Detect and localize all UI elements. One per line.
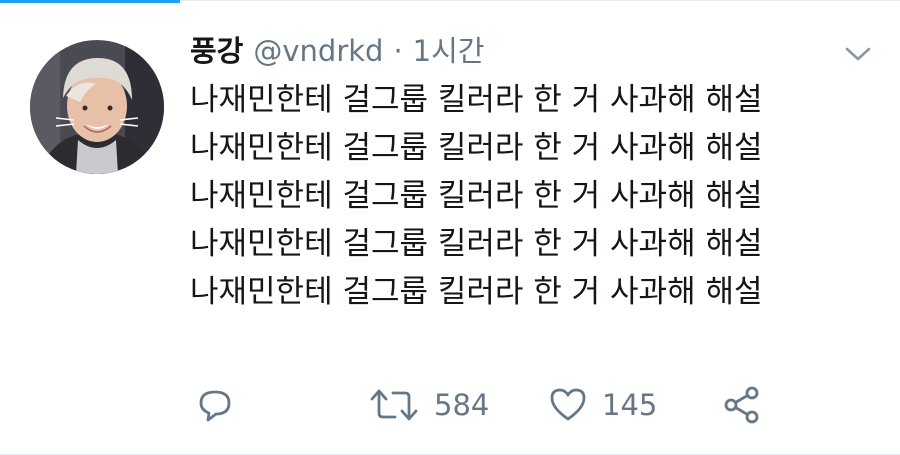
heart-icon — [548, 385, 588, 425]
user-handle[interactable]: @vndrkd — [253, 34, 383, 68]
reply-icon — [195, 385, 235, 425]
tweet-line: 나재민한테 걸그룹 킬러라 한 거 사과해 해설 — [190, 130, 763, 166]
active-tab-indicator — [0, 0, 180, 3]
tweet-header: 풍강 @vndrkd · 1시간 — [190, 28, 484, 70]
chevron-down-icon[interactable] — [843, 44, 873, 64]
share-button[interactable] — [722, 380, 762, 430]
tweet-line: 나재민한테 걸그룹 킬러라 한 거 사과해 해설 — [190, 226, 763, 262]
tweet-line: 나재민한테 걸그룹 킬러라 한 거 사과해 해설 — [190, 274, 763, 310]
top-divider — [180, 0, 900, 1]
separator-dot: · — [393, 34, 403, 68]
avatar[interactable] — [30, 40, 164, 174]
tweet-actions: 584 145 — [0, 380, 900, 430]
tweet-line: 나재민한테 걸그룹 킬러라 한 거 사과해 해설 — [190, 82, 763, 118]
reply-button[interactable] — [195, 380, 235, 430]
tweet-line: 나재민한테 걸그룹 킬러라 한 거 사과해 해설 — [190, 178, 763, 214]
like-count: 145 — [602, 388, 658, 422]
like-button[interactable]: 145 — [548, 380, 657, 430]
tweet-text: 나재민한테 걸그룹 킬러라 한 거 사과해 해설 나재민한테 걸그룹 킬러라 한… — [190, 76, 880, 316]
timestamp[interactable]: 1시간 — [413, 28, 485, 70]
share-icon — [722, 385, 762, 425]
retweet-button[interactable]: 584 — [368, 380, 489, 430]
retweet-count: 584 — [434, 388, 490, 422]
display-name[interactable]: 풍강 — [190, 28, 243, 70]
retweet-icon — [368, 385, 420, 425]
